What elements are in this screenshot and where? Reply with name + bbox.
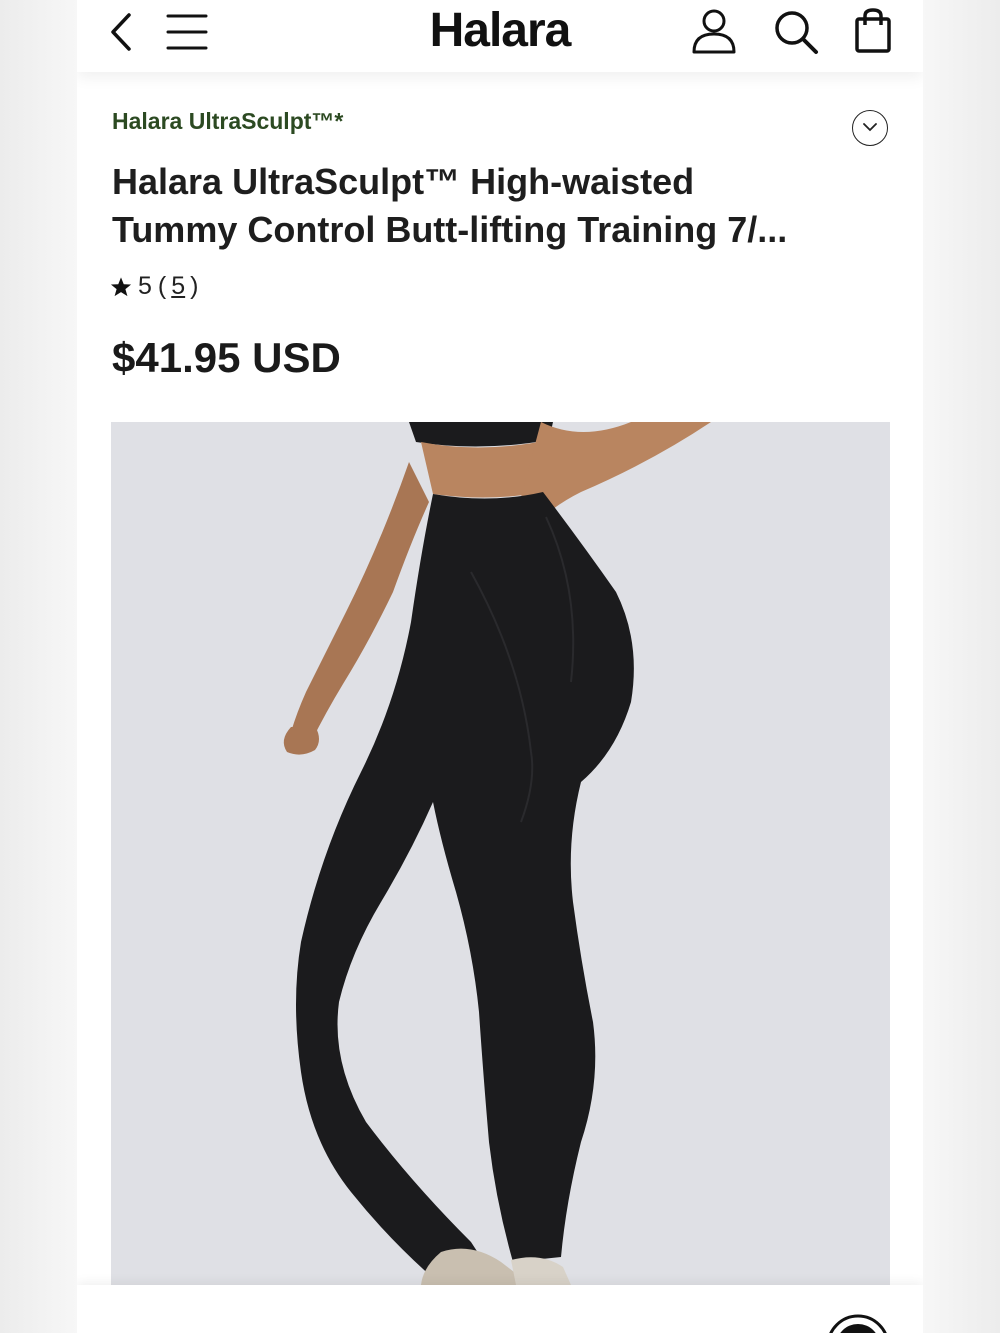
account-icon[interactable] xyxy=(691,7,737,55)
product-photo-illustration xyxy=(111,422,890,1285)
product-image[interactable] xyxy=(111,422,890,1285)
expand-details-button[interactable] xyxy=(852,110,888,146)
product-title-line-1: Halara UltraSculpt™ High-waisted xyxy=(112,161,695,202)
top-nav-bar: Halara xyxy=(77,0,923,72)
product-price: $41.95 USD xyxy=(112,334,341,381)
rating-summary[interactable]: 5 ( 5 ) xyxy=(110,272,198,301)
search-icon[interactable] xyxy=(773,9,819,55)
left-backdrop xyxy=(0,0,77,1333)
floating-button-icon[interactable] xyxy=(825,1313,891,1333)
review-count-link[interactable]: 5 xyxy=(171,272,185,301)
rating-value: 5 xyxy=(138,272,152,300)
collection-link[interactable]: Halara UltraSculpt™* xyxy=(112,108,343,135)
shopping-bag-icon[interactable] xyxy=(853,7,893,55)
product-page: Halara Halara UltraSculpt™* Halara Ultra… xyxy=(77,0,923,1333)
right-backdrop xyxy=(923,0,1000,1333)
rating-open-paren: ( xyxy=(157,272,167,300)
bottom-action-bar xyxy=(77,1285,923,1333)
product-title-line-2: Tummy Control Butt-lifting Training 7/..… xyxy=(112,209,788,250)
product-title: Halara UltraSculpt™ High-waisted Tummy C… xyxy=(112,158,852,254)
rating-close-paren: ) xyxy=(190,272,199,300)
chevron-down-icon xyxy=(863,122,877,132)
star-icon xyxy=(110,276,132,298)
